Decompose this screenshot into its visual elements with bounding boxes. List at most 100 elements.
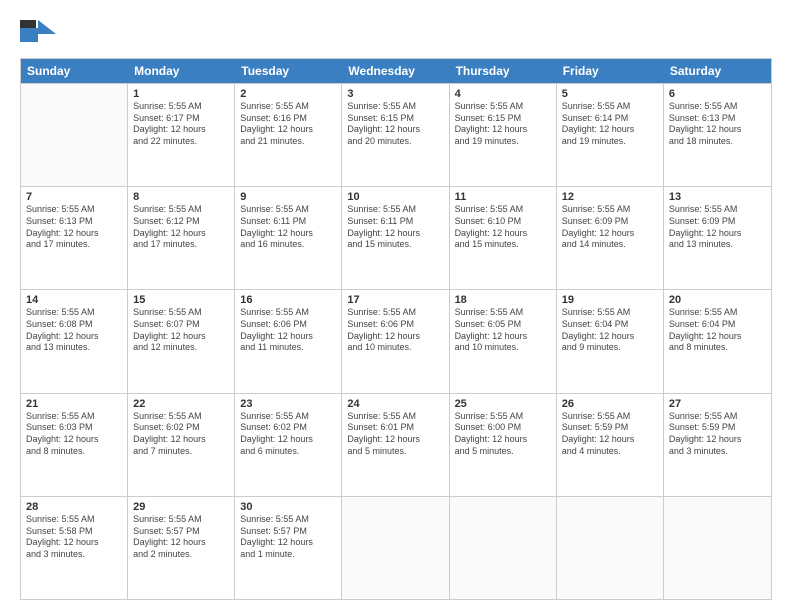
header-day-sunday: Sunday <box>21 59 128 83</box>
day-number: 20 <box>669 294 766 306</box>
day-number: 2 <box>240 88 336 100</box>
cell-info: Sunrise: 5:55 AM Sunset: 6:01 PM Dayligh… <box>347 411 443 458</box>
cell-info: Sunrise: 5:55 AM Sunset: 6:00 PM Dayligh… <box>455 411 551 458</box>
day-number: 30 <box>240 501 336 513</box>
day-number: 18 <box>455 294 551 306</box>
cell-info: Sunrise: 5:55 AM Sunset: 5:57 PM Dayligh… <box>240 514 336 561</box>
day-number: 27 <box>669 398 766 410</box>
calendar-cell <box>342 497 449 599</box>
calendar-cell: 24Sunrise: 5:55 AM Sunset: 6:01 PM Dayli… <box>342 394 449 496</box>
day-number: 21 <box>26 398 122 410</box>
header-day-wednesday: Wednesday <box>342 59 449 83</box>
day-number: 10 <box>347 191 443 203</box>
cell-info: Sunrise: 5:55 AM Sunset: 6:13 PM Dayligh… <box>669 101 766 148</box>
calendar-cell: 4Sunrise: 5:55 AM Sunset: 6:15 PM Daylig… <box>450 84 557 186</box>
calendar-cell: 16Sunrise: 5:55 AM Sunset: 6:06 PM Dayli… <box>235 290 342 392</box>
cell-info: Sunrise: 5:55 AM Sunset: 5:59 PM Dayligh… <box>669 411 766 458</box>
calendar-cell: 6Sunrise: 5:55 AM Sunset: 6:13 PM Daylig… <box>664 84 771 186</box>
day-number: 6 <box>669 88 766 100</box>
cell-info: Sunrise: 5:55 AM Sunset: 6:12 PM Dayligh… <box>133 204 229 251</box>
calendar-cell: 11Sunrise: 5:55 AM Sunset: 6:10 PM Dayli… <box>450 187 557 289</box>
day-number: 7 <box>26 191 122 203</box>
cell-info: Sunrise: 5:55 AM Sunset: 6:04 PM Dayligh… <box>669 307 766 354</box>
header-day-monday: Monday <box>128 59 235 83</box>
day-number: 15 <box>133 294 229 306</box>
calendar-cell: 5Sunrise: 5:55 AM Sunset: 6:14 PM Daylig… <box>557 84 664 186</box>
day-number: 26 <box>562 398 658 410</box>
page: SundayMondayTuesdayWednesdayThursdayFrid… <box>0 0 792 612</box>
cell-info: Sunrise: 5:55 AM Sunset: 5:57 PM Dayligh… <box>133 514 229 561</box>
calendar-cell: 14Sunrise: 5:55 AM Sunset: 6:08 PM Dayli… <box>21 290 128 392</box>
day-number: 19 <box>562 294 658 306</box>
day-number: 16 <box>240 294 336 306</box>
cell-info: Sunrise: 5:55 AM Sunset: 6:14 PM Dayligh… <box>562 101 658 148</box>
header-day-thursday: Thursday <box>450 59 557 83</box>
day-number: 25 <box>455 398 551 410</box>
day-number: 5 <box>562 88 658 100</box>
calendar-cell: 22Sunrise: 5:55 AM Sunset: 6:02 PM Dayli… <box>128 394 235 496</box>
calendar-row-5: 28Sunrise: 5:55 AM Sunset: 5:58 PM Dayli… <box>21 496 771 599</box>
calendar-cell <box>557 497 664 599</box>
day-number: 8 <box>133 191 229 203</box>
calendar-cell: 10Sunrise: 5:55 AM Sunset: 6:11 PM Dayli… <box>342 187 449 289</box>
calendar-row-2: 7Sunrise: 5:55 AM Sunset: 6:13 PM Daylig… <box>21 186 771 289</box>
calendar-cell: 15Sunrise: 5:55 AM Sunset: 6:07 PM Dayli… <box>128 290 235 392</box>
cell-info: Sunrise: 5:55 AM Sunset: 6:13 PM Dayligh… <box>26 204 122 251</box>
calendar-header: SundayMondayTuesdayWednesdayThursdayFrid… <box>21 59 771 83</box>
day-number: 9 <box>240 191 336 203</box>
calendar: SundayMondayTuesdayWednesdayThursdayFrid… <box>20 58 772 600</box>
cell-info: Sunrise: 5:55 AM Sunset: 6:04 PM Dayligh… <box>562 307 658 354</box>
calendar-cell: 3Sunrise: 5:55 AM Sunset: 6:15 PM Daylig… <box>342 84 449 186</box>
cell-info: Sunrise: 5:55 AM Sunset: 6:11 PM Dayligh… <box>347 204 443 251</box>
header-day-saturday: Saturday <box>664 59 771 83</box>
calendar-row-3: 14Sunrise: 5:55 AM Sunset: 6:08 PM Dayli… <box>21 289 771 392</box>
cell-info: Sunrise: 5:55 AM Sunset: 5:58 PM Dayligh… <box>26 514 122 561</box>
calendar-cell: 12Sunrise: 5:55 AM Sunset: 6:09 PM Dayli… <box>557 187 664 289</box>
calendar-cell: 29Sunrise: 5:55 AM Sunset: 5:57 PM Dayli… <box>128 497 235 599</box>
calendar-cell: 26Sunrise: 5:55 AM Sunset: 5:59 PM Dayli… <box>557 394 664 496</box>
day-number: 11 <box>455 191 551 203</box>
calendar-cell: 25Sunrise: 5:55 AM Sunset: 6:00 PM Dayli… <box>450 394 557 496</box>
calendar-cell: 9Sunrise: 5:55 AM Sunset: 6:11 PM Daylig… <box>235 187 342 289</box>
cell-info: Sunrise: 5:55 AM Sunset: 6:17 PM Dayligh… <box>133 101 229 148</box>
logo <box>20 20 60 50</box>
calendar-cell: 18Sunrise: 5:55 AM Sunset: 6:05 PM Dayli… <box>450 290 557 392</box>
calendar-cell <box>450 497 557 599</box>
cell-info: Sunrise: 5:55 AM Sunset: 6:08 PM Dayligh… <box>26 307 122 354</box>
cell-info: Sunrise: 5:55 AM Sunset: 6:02 PM Dayligh… <box>133 411 229 458</box>
cell-info: Sunrise: 5:55 AM Sunset: 6:11 PM Dayligh… <box>240 204 336 251</box>
calendar-row-1: 1Sunrise: 5:55 AM Sunset: 6:17 PM Daylig… <box>21 83 771 186</box>
day-number: 4 <box>455 88 551 100</box>
calendar-cell: 20Sunrise: 5:55 AM Sunset: 6:04 PM Dayli… <box>664 290 771 392</box>
calendar-cell: 21Sunrise: 5:55 AM Sunset: 6:03 PM Dayli… <box>21 394 128 496</box>
day-number: 24 <box>347 398 443 410</box>
day-number: 28 <box>26 501 122 513</box>
cell-info: Sunrise: 5:55 AM Sunset: 6:06 PM Dayligh… <box>240 307 336 354</box>
cell-info: Sunrise: 5:55 AM Sunset: 6:06 PM Dayligh… <box>347 307 443 354</box>
day-number: 17 <box>347 294 443 306</box>
header-day-friday: Friday <box>557 59 664 83</box>
cell-info: Sunrise: 5:55 AM Sunset: 5:59 PM Dayligh… <box>562 411 658 458</box>
calendar-cell: 23Sunrise: 5:55 AM Sunset: 6:02 PM Dayli… <box>235 394 342 496</box>
logo-icon <box>20 20 56 50</box>
calendar-cell: 2Sunrise: 5:55 AM Sunset: 6:16 PM Daylig… <box>235 84 342 186</box>
cell-info: Sunrise: 5:55 AM Sunset: 6:16 PM Dayligh… <box>240 101 336 148</box>
day-number: 1 <box>133 88 229 100</box>
calendar-cell: 8Sunrise: 5:55 AM Sunset: 6:12 PM Daylig… <box>128 187 235 289</box>
calendar-cell: 13Sunrise: 5:55 AM Sunset: 6:09 PM Dayli… <box>664 187 771 289</box>
day-number: 3 <box>347 88 443 100</box>
calendar-cell: 28Sunrise: 5:55 AM Sunset: 5:58 PM Dayli… <box>21 497 128 599</box>
header <box>20 16 772 50</box>
day-number: 14 <box>26 294 122 306</box>
calendar-cell: 7Sunrise: 5:55 AM Sunset: 6:13 PM Daylig… <box>21 187 128 289</box>
calendar-cell: 19Sunrise: 5:55 AM Sunset: 6:04 PM Dayli… <box>557 290 664 392</box>
cell-info: Sunrise: 5:55 AM Sunset: 6:10 PM Dayligh… <box>455 204 551 251</box>
calendar-body: 1Sunrise: 5:55 AM Sunset: 6:17 PM Daylig… <box>21 83 771 599</box>
day-number: 12 <box>562 191 658 203</box>
calendar-cell <box>664 497 771 599</box>
cell-info: Sunrise: 5:55 AM Sunset: 6:02 PM Dayligh… <box>240 411 336 458</box>
day-number: 29 <box>133 501 229 513</box>
cell-info: Sunrise: 5:55 AM Sunset: 6:15 PM Dayligh… <box>347 101 443 148</box>
cell-info: Sunrise: 5:55 AM Sunset: 6:07 PM Dayligh… <box>133 307 229 354</box>
calendar-cell <box>21 84 128 186</box>
